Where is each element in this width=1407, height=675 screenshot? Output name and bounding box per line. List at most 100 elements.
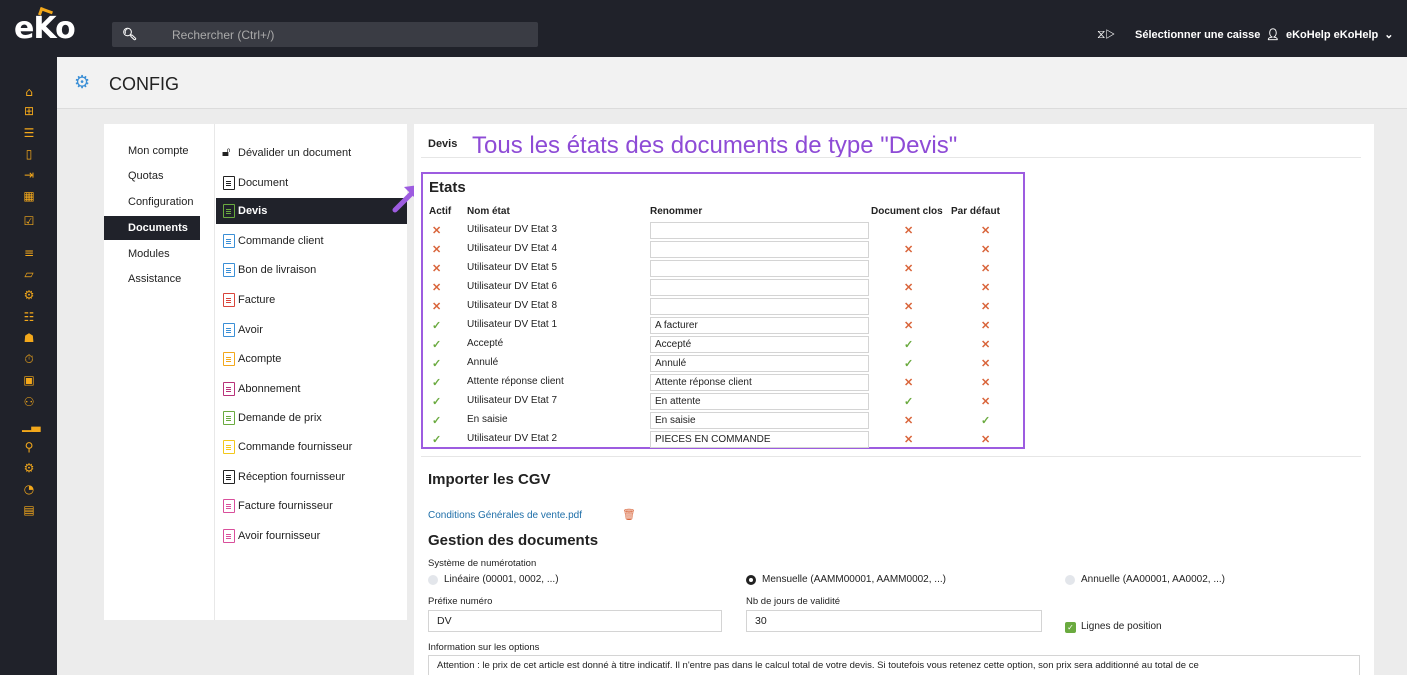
doc-nav-abonnement[interactable]: Abonnement [216, 376, 407, 402]
list-icon[interactable]: ☰ [22, 126, 36, 140]
doc-nav-reception-fournisseur[interactable]: Réception fournisseur [216, 464, 407, 490]
rename-input[interactable] [650, 431, 869, 448]
toggle-clos[interactable]: ✕ [904, 319, 913, 332]
nav-item-assistance[interactable]: Assistance [104, 267, 200, 291]
sitemap-icon[interactable]: ☷ [22, 310, 36, 324]
search-box[interactable]: 🔍︎ [112, 22, 538, 47]
doc-nav-devalider[interactable]: 🔓︎ Dévalider un document [216, 140, 407, 166]
rename-input[interactable] [650, 317, 869, 334]
toggle-actif[interactable]: ✓ [432, 319, 441, 332]
toggle-defaut[interactable]: ✕ [981, 357, 990, 370]
nav-item-modules[interactable]: Modules [104, 242, 200, 266]
nav-item-quotas[interactable]: Quotas [104, 164, 200, 188]
toggle-defaut[interactable]: ✕ [981, 281, 990, 294]
doc-nav-facture-fournisseur[interactable]: Facture fournisseur [216, 493, 407, 519]
toggle-actif[interactable]: ✓ [432, 376, 441, 389]
position-lines-checkbox[interactable]: ✓ [1065, 622, 1076, 633]
nav-item-configuration[interactable]: Configuration [104, 190, 200, 214]
toggle-defaut[interactable]: ✕ [981, 395, 990, 408]
stopwatch-icon[interactable]: ⏱ [22, 352, 36, 366]
doc-nav-acompte[interactable]: Acompte [216, 346, 407, 372]
doc-nav-bon-de-livraison[interactable]: Bon de livraison [216, 257, 407, 283]
rename-input[interactable] [650, 393, 869, 410]
file-export-icon[interactable]: ⇥ [22, 168, 36, 182]
toggle-actif[interactable]: ✓ [432, 357, 441, 370]
toggle-actif[interactable]: ✓ [432, 338, 441, 351]
toggle-clos[interactable]: ✕ [904, 243, 913, 256]
chart-bar-icon[interactable]: ▁▃ [22, 418, 40, 432]
home-icon[interactable]: ⌂ [22, 85, 36, 99]
toggle-clos[interactable]: ✓ [904, 338, 913, 351]
toggle-clos[interactable]: ✕ [904, 300, 913, 313]
toggle-defaut[interactable]: ✕ [981, 376, 990, 389]
toggle-actif[interactable]: ✓ [432, 433, 441, 446]
cgv-file-link[interactable]: Conditions Générales de vente.pdf [428, 510, 582, 521]
doc-nav-commande-fournisseur[interactable]: Commande fournisseur [216, 434, 407, 460]
rename-input[interactable] [650, 355, 869, 372]
calendar-icon[interactable]: ▦ [22, 189, 36, 203]
toggle-defaut[interactable]: ✓ [981, 414, 990, 427]
toggle-clos[interactable]: ✓ [904, 357, 913, 370]
doc-nav-document[interactable]: Document [216, 170, 407, 196]
tasks-icon[interactable]: ≡ [22, 246, 36, 260]
radio-mensuelle[interactable] [746, 575, 756, 585]
doc-nav-avoir[interactable]: Avoir [216, 317, 407, 343]
radio-annuelle[interactable] [1065, 575, 1075, 585]
id-card-icon[interactable]: ▣ [22, 373, 36, 387]
toggle-clos[interactable]: ✓ [904, 395, 913, 408]
calculator-icon[interactable]: ▤ [22, 503, 36, 517]
toggle-actif[interactable]: ✕ [432, 300, 441, 313]
toggle-defaut[interactable]: ✕ [981, 243, 990, 256]
file-icon[interactable]: ▯ [22, 147, 36, 161]
rename-input[interactable] [650, 279, 869, 296]
radio-lineaire[interactable] [428, 575, 438, 585]
toggle-actif[interactable]: ✓ [432, 395, 441, 408]
info-textarea[interactable]: Attention : le prix de cet article est d… [428, 655, 1360, 675]
toggle-clos[interactable]: ✕ [904, 262, 913, 275]
users-icon[interactable]: ⚇ [22, 395, 36, 409]
cash-register-icon[interactable]: ⧖▷ [1097, 27, 1115, 42]
search-input[interactable] [172, 22, 532, 47]
toggle-clos[interactable]: ✕ [904, 414, 913, 427]
warehouse-icon[interactable]: ☗ [22, 331, 36, 345]
rename-input[interactable] [650, 260, 869, 277]
toggle-actif[interactable]: ✕ [432, 243, 441, 256]
rename-input[interactable] [650, 222, 869, 239]
doc-nav-demande-de-prix[interactable]: Demande de prix [216, 405, 407, 431]
nav-item-documents[interactable]: Documents [104, 216, 200, 240]
rename-input[interactable] [650, 241, 869, 258]
rename-input[interactable] [650, 336, 869, 353]
toggle-defaut[interactable]: ✕ [981, 224, 990, 237]
doc-nav-facture[interactable]: Facture [216, 287, 407, 313]
toggle-actif[interactable]: ✕ [432, 262, 441, 275]
toggle-clos[interactable]: ✕ [904, 376, 913, 389]
validity-input[interactable] [746, 610, 1042, 632]
toggle-defaut[interactable]: ✕ [981, 262, 990, 275]
add-icon[interactable]: ⊞ [22, 104, 36, 118]
toggle-defaut[interactable]: ✕ [981, 319, 990, 332]
toggle-defaut[interactable]: ✕ [981, 338, 990, 351]
toggle-clos[interactable]: ✕ [904, 224, 913, 237]
support-icon[interactable]: ◔ [22, 482, 36, 496]
prefix-input[interactable] [428, 610, 722, 632]
doc-nav-devis[interactable]: Devis [216, 198, 407, 224]
toggle-defaut[interactable]: ✕ [981, 300, 990, 313]
toggle-actif[interactable]: ✕ [432, 224, 441, 237]
settings-list-icon[interactable]: ⚙ [22, 288, 36, 302]
rename-input[interactable] [650, 412, 869, 429]
doc-nav-avoir-fournisseur[interactable]: Avoir fournisseur [216, 523, 407, 549]
select-register-button[interactable]: Sélectionner une caisse [1135, 29, 1260, 41]
folder-icon[interactable]: ▱ [22, 267, 36, 281]
toggle-actif[interactable]: ✓ [432, 414, 441, 427]
toggle-defaut[interactable]: ✕ [981, 433, 990, 446]
search-rail-icon[interactable]: ⚲ [22, 440, 36, 454]
toggle-actif[interactable]: ✕ [432, 281, 441, 294]
user-menu[interactable]: 👤︎ eKoHelp eKoHelp ⌄ [1266, 28, 1393, 42]
toggle-clos[interactable]: ✕ [904, 281, 913, 294]
toggle-clos[interactable]: ✕ [904, 433, 913, 446]
app-logo[interactable]: eKo [14, 11, 76, 46]
rename-input[interactable] [650, 298, 869, 315]
config-rail-icon[interactable]: ⚙ [22, 461, 36, 475]
trash-icon[interactable]: 🗑︎ [622, 508, 636, 521]
rename-input[interactable] [650, 374, 869, 391]
